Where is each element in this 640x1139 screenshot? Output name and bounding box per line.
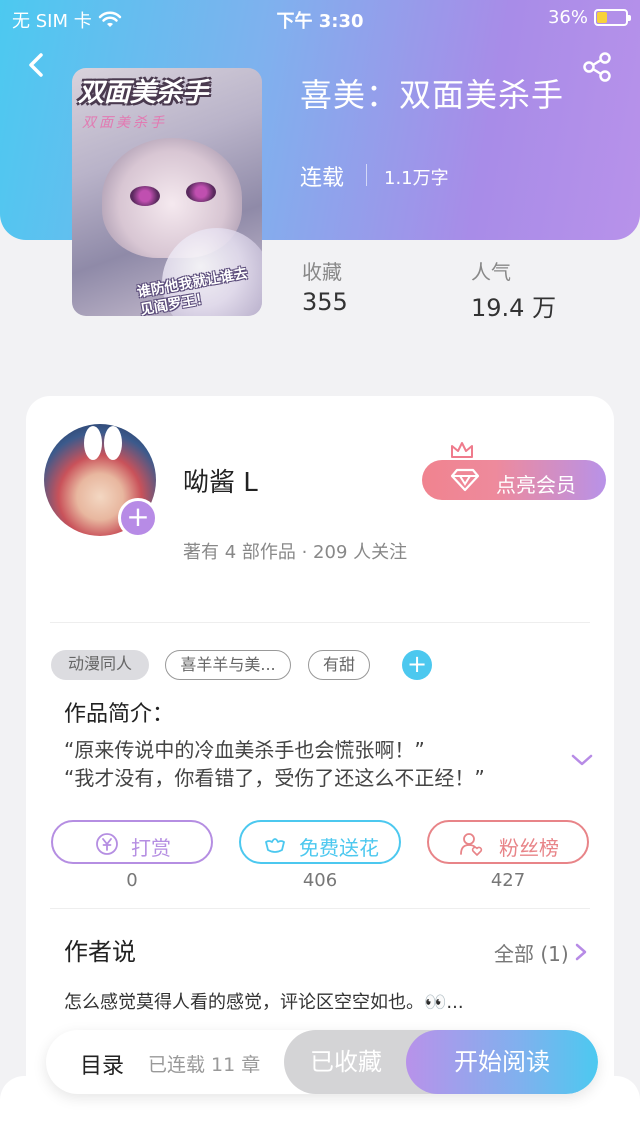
flower-count: 406: [302, 870, 338, 891]
cover-eye: [186, 182, 216, 202]
chapter-count: 已连载 11 章: [148, 1054, 261, 1076]
vip-button-label: 点亮会员: [496, 473, 576, 497]
book-word-count: 1.1万字: [384, 168, 449, 189]
toc-button[interactable]: 目录: [80, 1048, 124, 1080]
follow-author-button[interactable]: +: [118, 498, 158, 538]
divider: [50, 622, 590, 623]
fan-rank-count: 427: [490, 870, 526, 891]
book-status: 连载: [300, 166, 345, 191]
status-time: 下午 3:30: [276, 11, 364, 32]
start-reading-button[interactable]: 开始阅读: [406, 1030, 598, 1094]
bottom-action-bar: 目录 已连载 11 章 已收藏 开始阅读: [46, 1030, 598, 1094]
chevron-right-icon[interactable]: [574, 942, 588, 962]
author-says-title: 作者说: [64, 938, 136, 966]
send-flower-label: 免费送花: [299, 836, 379, 860]
author-meta: 著有 4 部作品 · 209 人关注: [183, 542, 408, 563]
expand-chevron-icon[interactable]: [570, 752, 594, 768]
divider: [50, 908, 590, 909]
popularity-label: 人气: [471, 260, 511, 284]
send-flower-button[interactable]: 免费送花: [239, 820, 401, 864]
intro-text-line: “我才没有，你看错了，受伤了还这么不正经！”: [64, 766, 485, 790]
fan-rank-button[interactable]: 粉丝榜: [427, 820, 589, 864]
flower-icon: [265, 838, 285, 853]
battery-level: [597, 12, 607, 23]
cover-eye: [130, 186, 160, 206]
coin-icon: [96, 833, 118, 855]
cover-subtitle: 双面美杀手: [82, 115, 167, 131]
fan-rank-icon: [460, 833, 483, 856]
back-arrow-icon[interactable]: [22, 50, 52, 80]
popularity-value: 19.4 万: [471, 294, 557, 322]
vip-button[interactable]: 点亮会员: [422, 460, 606, 500]
status-divider: [366, 164, 367, 186]
fan-rank-label: 粉丝榜: [499, 836, 559, 860]
battery-icon: [594, 9, 631, 26]
avatar-ear: [104, 426, 122, 460]
book-cover-image[interactable]: 双面美杀手 双面美杀手 谁防他我就让谁去 见阎罗王！: [72, 68, 262, 316]
crown-icon: [451, 442, 473, 458]
tag-chip[interactable]: 动漫同人: [51, 650, 149, 680]
avatar-ear: [84, 426, 102, 460]
add-tag-button[interactable]: +: [402, 650, 432, 680]
book-title: 喜美：双面美杀手: [300, 76, 565, 114]
favorites-value: 355: [302, 288, 348, 316]
cover-title: 双面美杀手: [78, 78, 209, 108]
status-bar: 无 SIM 卡 下午 3:30 36%: [0, 0, 640, 36]
diamond-icon: [450, 468, 480, 492]
tip-button[interactable]: 打赏: [51, 820, 213, 864]
intro-title: 作品简介：: [64, 702, 175, 727]
favorites-label: 收藏: [302, 260, 342, 284]
intro-text-line: “原来传说中的冷血美杀手也会慌张啊！”: [64, 738, 425, 762]
tip-label: 打赏: [131, 836, 171, 860]
tag-chip[interactable]: 有甜: [308, 650, 370, 680]
author-comment: 怎么感觉莫得人看的感觉，评论区空空如也。👀...: [64, 992, 464, 1013]
battery-percent: 36%: [547, 7, 588, 28]
tag-chip[interactable]: 喜羊羊与美...: [165, 650, 291, 680]
share-icon[interactable]: [580, 50, 614, 84]
author-name[interactable]: 呦酱 L: [183, 462, 258, 499]
author-says-all-link[interactable]: 全部 (1): [494, 938, 569, 967]
tip-count: 0: [126, 870, 138, 891]
